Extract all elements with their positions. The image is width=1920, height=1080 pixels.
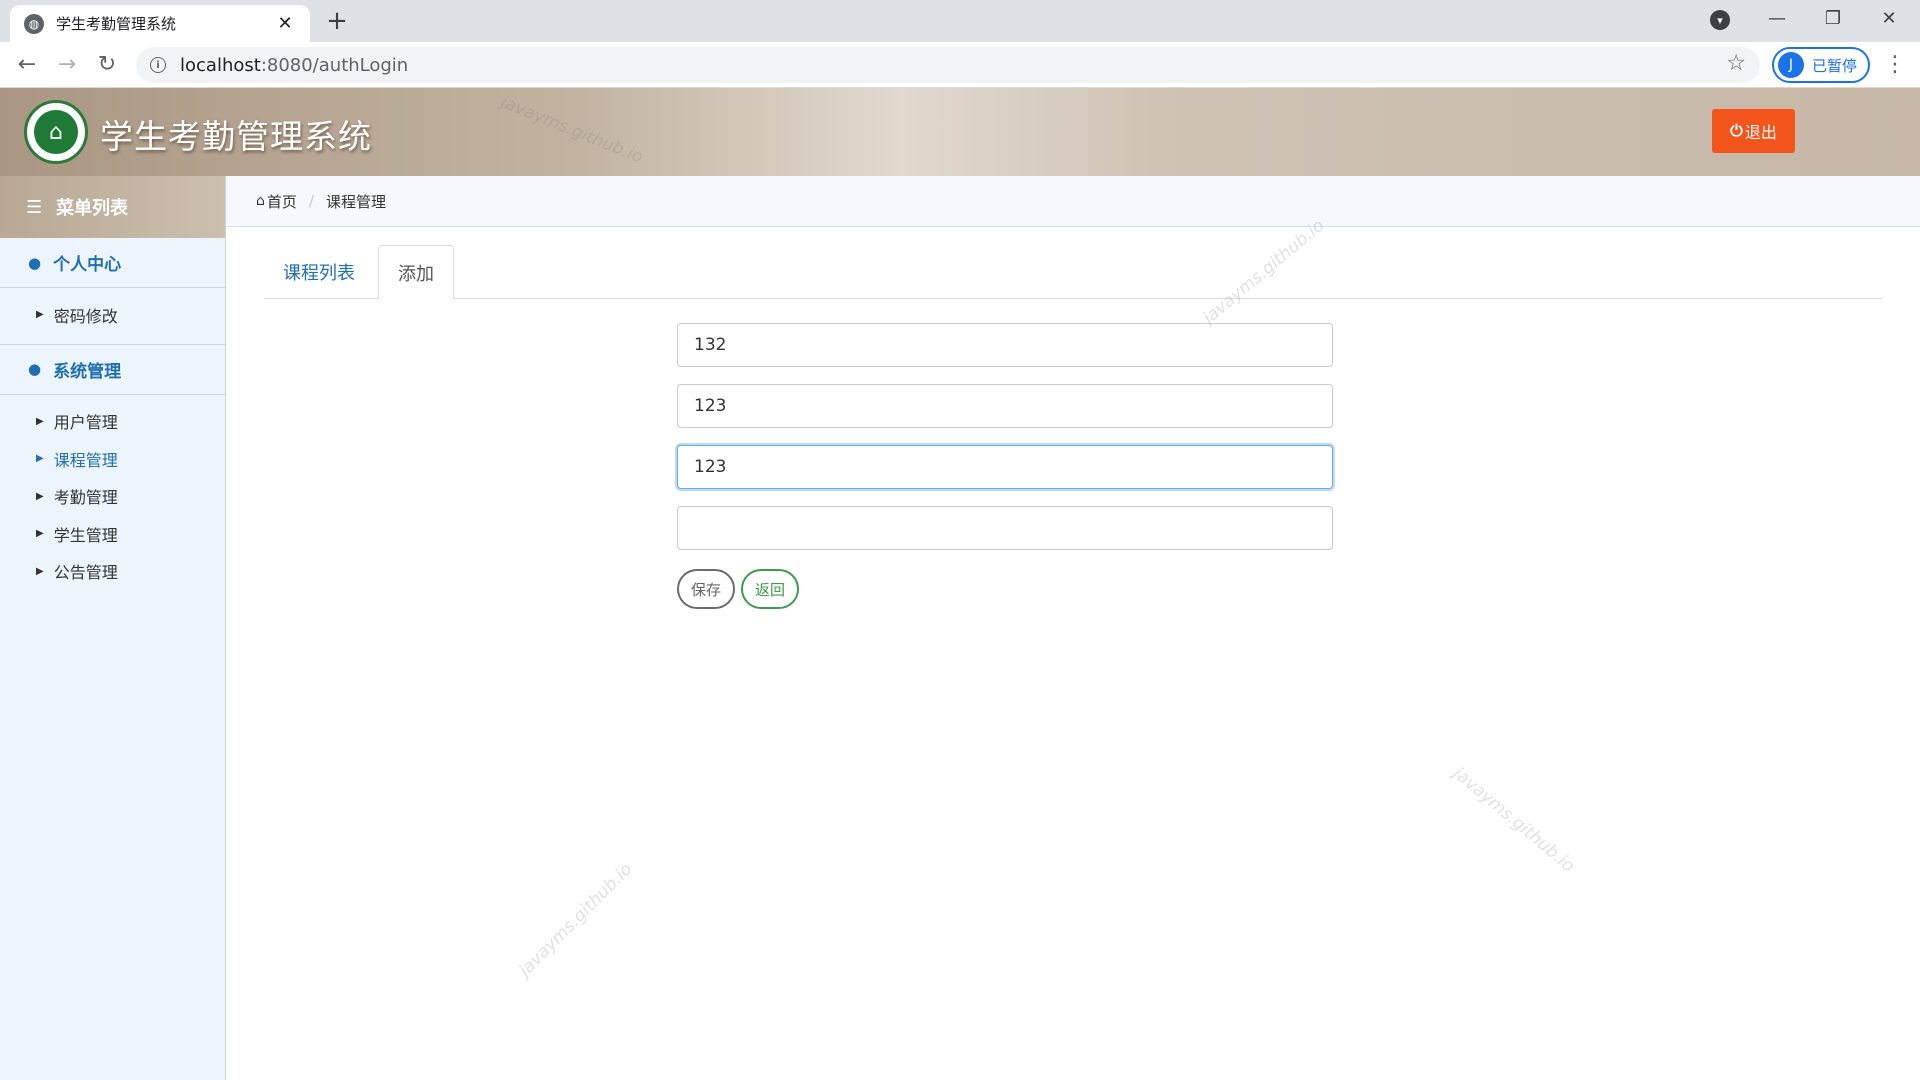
year-input[interactable] — [677, 445, 1333, 489]
form-row-year: 学年: — [226, 445, 1920, 489]
address-bar[interactable]: i localhost:8080/authLogin ☆ — [136, 47, 1760, 83]
caret-right-icon: ▶ — [36, 528, 44, 540]
tab-course-list[interactable]: 课程列表 — [264, 245, 374, 299]
back-arrow-icon[interactable]: ← — [12, 50, 42, 80]
breadcrumb-separator: / — [308, 192, 314, 210]
sidebar-title: 菜单列表 — [56, 198, 128, 219]
info-icon[interactable]: i — [150, 57, 166, 73]
sidebar-item-attendance[interactable]: ▶ 考勤管理 — [0, 478, 225, 516]
power-icon: ⏻ — [1730, 121, 1743, 140]
caret-right-icon: ▶ — [36, 490, 44, 502]
search-tabs-icon[interactable]: ▾ — [1710, 10, 1730, 30]
forward-arrow-icon[interactable]: → — [52, 50, 82, 80]
home-icon: ⌂ — [256, 193, 265, 209]
sidebar-item-label: 考勤管理 — [53, 488, 118, 508]
sidebar-item-password[interactable]: ▶ 密码修改 — [0, 296, 225, 334]
breadcrumb-home[interactable]: 首页 — [267, 191, 297, 212]
star-icon[interactable]: ☆ — [1726, 51, 1746, 76]
close-tab-button[interactable]: ✕ — [274, 13, 296, 34]
sidebar-item-notices[interactable]: ▶ 公告管理 — [0, 553, 225, 591]
sidebar-item-label: 公告管理 — [53, 563, 118, 583]
restore-button[interactable]: ❐ — [1810, 4, 1856, 34]
sidebar-group-personal-items: ▶ 密码修改 — [0, 288, 225, 345]
sidebar-item-label: 密码修改 — [53, 306, 118, 326]
form-actions: 保存 返回 — [677, 569, 799, 609]
form-row-course-name: 课程名称: — [226, 323, 1920, 367]
caret-right-icon: ▶ — [36, 453, 44, 465]
form-row-teacher: 开课老师: — [226, 384, 1920, 428]
back-button[interactable]: 返回 — [741, 569, 799, 609]
sidebar-item-users[interactable]: ▶ 用户管理 — [0, 403, 225, 441]
logo-emblem-icon: ⌂ — [34, 110, 78, 154]
browser-tabstrip: ◍ 学生考勤管理系统 ✕ + ▾ — ❐ ✕ — [0, 0, 1920, 42]
close-window-button[interactable]: ✕ — [1866, 4, 1912, 34]
minimize-button[interactable]: — — [1754, 4, 1800, 34]
profile-label: 已暂停 — [1812, 56, 1858, 75]
profile-button[interactable]: J 已暂停 — [1772, 47, 1870, 83]
tab-title: 学生考勤管理系统 — [56, 15, 177, 33]
caret-right-icon: ▶ — [36, 565, 44, 577]
sidebar-group-label: 系统管理 — [53, 361, 122, 382]
url-host: localhost — [180, 54, 261, 76]
breadcrumb-current: 课程管理 — [325, 192, 386, 211]
breadcrumb: ⌂ 首页 / 课程管理 — [226, 176, 1920, 227]
sidebar-item-label: 学生管理 — [53, 525, 118, 545]
form-row-hours: 学时: — [226, 506, 1920, 550]
user-icon: ● — [28, 253, 42, 272]
sidebar-item-label: 用户管理 — [53, 413, 118, 433]
save-button[interactable]: 保存 — [677, 569, 735, 609]
reload-icon[interactable]: ↻ — [92, 50, 122, 80]
avatar: J — [1778, 52, 1804, 78]
user-icon: ● — [28, 360, 42, 378]
caret-right-icon: ▶ — [36, 309, 44, 321]
tab-add[interactable]: 添加 — [378, 245, 454, 300]
sidebar-group-personal[interactable]: ● 个人中心 — [0, 238, 225, 288]
logout-label: 退出 — [1744, 123, 1777, 142]
caret-right-icon: ▶ — [36, 415, 44, 427]
more-menu-icon[interactable]: ⋮ — [1880, 50, 1910, 80]
sidebar-item-students[interactable]: ▶ 学生管理 — [0, 515, 225, 553]
app-title: 学生考勤管理系统 — [100, 117, 372, 156]
app-header: ⌂ 学生考勤管理系统 ⏻ 退出 — [0, 88, 1920, 176]
main-content: ⌂ 首页 / 课程管理 课程列表 添加 课程名称: 开课老师: 学年: 学时: … — [226, 176, 1920, 1080]
sidebar-item-label: 课程管理 — [53, 450, 118, 470]
hours-input[interactable] — [677, 506, 1333, 550]
new-tab-button[interactable]: + — [322, 7, 352, 37]
sidebar-group-system[interactable]: ● 系统管理 — [0, 345, 225, 395]
sidebar-group-system-items: ▶ 用户管理 ▶ 课程管理 ▶ 考勤管理 ▶ 学生管理 ▶ 公告管理 — [0, 395, 225, 601]
sidebar-item-courses[interactable]: ▶ 课程管理 — [0, 440, 225, 478]
sidebar: ☰ 菜单列表 ● 个人中心 ▶ 密码修改 ● 系统管理 ▶ 用户管理 ▶ 课程管… — [0, 176, 226, 1080]
logout-button[interactable]: ⏻ 退出 — [1712, 109, 1795, 153]
browser-toolbar: ← → ↻ i localhost:8080/authLogin ☆ J 已暂停… — [0, 42, 1920, 88]
course-name-input[interactable] — [677, 323, 1333, 367]
school-logo: ⌂ — [24, 100, 88, 164]
content-tabs: 课程列表 添加 — [264, 245, 1882, 300]
browser-tab[interactable]: ◍ 学生考勤管理系统 ✕ — [10, 5, 310, 42]
url-path: :8080/authLogin — [260, 54, 409, 76]
globe-icon: ◍ — [24, 13, 44, 34]
list-icon: ☰ — [26, 196, 43, 218]
teacher-input[interactable] — [677, 384, 1333, 428]
sidebar-header: ☰ 菜单列表 — [0, 176, 225, 238]
sidebar-group-label: 个人中心 — [53, 255, 122, 275]
